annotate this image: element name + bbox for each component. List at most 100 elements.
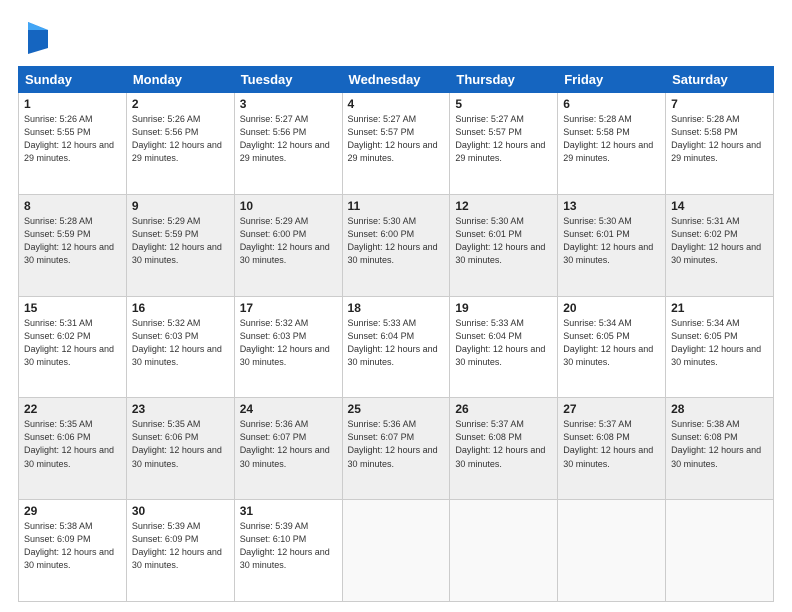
page: SundayMondayTuesdayWednesdayThursdayFrid… xyxy=(0,0,792,612)
calendar-cell xyxy=(666,500,774,602)
cell-info: Sunrise: 5:35 AM Sunset: 6:06 PM Dayligh… xyxy=(24,418,121,470)
day-number: 15 xyxy=(24,301,121,315)
cell-info: Sunrise: 5:36 AM Sunset: 6:07 PM Dayligh… xyxy=(240,418,337,470)
day-number: 27 xyxy=(563,402,660,416)
calendar-week: 8 Sunrise: 5:28 AM Sunset: 5:59 PM Daylig… xyxy=(19,194,774,296)
calendar-cell: 12 Sunrise: 5:30 AM Sunset: 6:01 PM Dayli… xyxy=(450,194,558,296)
calendar-cell: 24 Sunrise: 5:36 AM Sunset: 6:07 PM Dayli… xyxy=(234,398,342,500)
cell-info: Sunrise: 5:27 AM Sunset: 5:56 PM Dayligh… xyxy=(240,113,337,165)
cell-info: Sunrise: 5:37 AM Sunset: 6:08 PM Dayligh… xyxy=(563,418,660,470)
day-number: 21 xyxy=(671,301,768,315)
day-number: 13 xyxy=(563,199,660,213)
day-number: 22 xyxy=(24,402,121,416)
logo xyxy=(18,18,52,56)
day-number: 8 xyxy=(24,199,121,213)
calendar-cell: 25 Sunrise: 5:36 AM Sunset: 6:07 PM Dayli… xyxy=(342,398,450,500)
calendar-cell: 15Sunrise: 5:31 AM Sunset: 6:02 PM Dayli… xyxy=(19,296,127,398)
day-number: 7 xyxy=(671,97,768,111)
calendar-cell: 5Sunrise: 5:27 AM Sunset: 5:57 PM Daylig… xyxy=(450,93,558,195)
day-number: 14 xyxy=(671,199,768,213)
calendar-cell: 9 Sunrise: 5:29 AM Sunset: 5:59 PM Daylig… xyxy=(126,194,234,296)
calendar-cell xyxy=(450,500,558,602)
cell-info: Sunrise: 5:28 AM Sunset: 5:59 PM Dayligh… xyxy=(24,215,121,267)
day-number: 25 xyxy=(348,402,445,416)
calendar-cell: 11 Sunrise: 5:30 AM Sunset: 6:00 PM Dayli… xyxy=(342,194,450,296)
calendar-cell: 18 Sunrise: 5:33 AM Sunset: 6:04 PM Dayli… xyxy=(342,296,450,398)
cell-info: Sunrise: 5:30 AM Sunset: 6:01 PM Dayligh… xyxy=(455,215,552,267)
calendar-cell: 10 Sunrise: 5:29 AM Sunset: 6:00 PM Dayli… xyxy=(234,194,342,296)
calendar-cell: 29 Sunrise: 5:38 AM Sunset: 6:09 PM Dayli… xyxy=(19,500,127,602)
cell-info: Sunrise: 5:36 AM Sunset: 6:07 PM Dayligh… xyxy=(348,418,445,470)
day-number: 11 xyxy=(348,199,445,213)
cell-info: Sunrise: 5:26 AM Sunset: 5:55 PM Dayligh… xyxy=(24,113,121,165)
calendar-cell: 6Sunrise: 5:28 AM Sunset: 5:58 PM Daylig… xyxy=(558,93,666,195)
logo-icon xyxy=(20,20,52,56)
calendar-cell: 13 Sunrise: 5:30 AM Sunset: 6:01 PM Dayli… xyxy=(558,194,666,296)
calendar-cell: 27 Sunrise: 5:37 AM Sunset: 6:08 PM Dayli… xyxy=(558,398,666,500)
calendar-cell: 20Sunrise: 5:34 AM Sunset: 6:05 PM Dayli… xyxy=(558,296,666,398)
header xyxy=(18,18,774,56)
dow-header: Sunday xyxy=(19,67,127,93)
day-number: 12 xyxy=(455,199,552,213)
calendar-week: 29 Sunrise: 5:38 AM Sunset: 6:09 PM Dayli… xyxy=(19,500,774,602)
dow-header: Saturday xyxy=(666,67,774,93)
day-number: 4 xyxy=(348,97,445,111)
dow-header: Wednesday xyxy=(342,67,450,93)
dow-header: Friday xyxy=(558,67,666,93)
cell-info: Sunrise: 5:33 AM Sunset: 6:04 PM Dayligh… xyxy=(348,317,445,369)
day-number: 1 xyxy=(24,97,121,111)
calendar-cell: 3 Sunrise: 5:27 AM Sunset: 5:56 PM Daylig… xyxy=(234,93,342,195)
calendar-cell: 8 Sunrise: 5:28 AM Sunset: 5:59 PM Daylig… xyxy=(19,194,127,296)
calendar-cell: 21Sunrise: 5:34 AM Sunset: 6:05 PM Dayli… xyxy=(666,296,774,398)
calendar-cell xyxy=(558,500,666,602)
day-number: 29 xyxy=(24,504,121,518)
day-number: 9 xyxy=(132,199,229,213)
day-number: 31 xyxy=(240,504,337,518)
calendar-cell: 19 Sunrise: 5:33 AM Sunset: 6:04 PM Dayli… xyxy=(450,296,558,398)
cell-info: Sunrise: 5:28 AM Sunset: 5:58 PM Dayligh… xyxy=(671,113,768,165)
day-number: 6 xyxy=(563,97,660,111)
calendar-cell: 4 Sunrise: 5:27 AM Sunset: 5:57 PM Daylig… xyxy=(342,93,450,195)
day-number: 17 xyxy=(240,301,337,315)
day-number: 24 xyxy=(240,402,337,416)
calendar-cell: 22 Sunrise: 5:35 AM Sunset: 6:06 PM Dayli… xyxy=(19,398,127,500)
calendar-week: 1 Sunrise: 5:26 AM Sunset: 5:55 PM Daylig… xyxy=(19,93,774,195)
calendar-cell: 26 Sunrise: 5:37 AM Sunset: 6:08 PM Dayli… xyxy=(450,398,558,500)
cell-info: Sunrise: 5:37 AM Sunset: 6:08 PM Dayligh… xyxy=(455,418,552,470)
cell-info: Sunrise: 5:27 AM Sunset: 5:57 PM Dayligh… xyxy=(455,113,552,165)
cell-info: Sunrise: 5:29 AM Sunset: 6:00 PM Dayligh… xyxy=(240,215,337,267)
calendar-cell: 2 Sunrise: 5:26 AM Sunset: 5:56 PM Daylig… xyxy=(126,93,234,195)
cell-info: Sunrise: 5:27 AM Sunset: 5:57 PM Dayligh… xyxy=(348,113,445,165)
calendar-cell: 1 Sunrise: 5:26 AM Sunset: 5:55 PM Daylig… xyxy=(19,93,127,195)
cell-info: Sunrise: 5:38 AM Sunset: 6:08 PM Dayligh… xyxy=(671,418,768,470)
cell-info: Sunrise: 5:39 AM Sunset: 6:10 PM Dayligh… xyxy=(240,520,337,572)
day-number: 2 xyxy=(132,97,229,111)
cell-info: Sunrise: 5:29 AM Sunset: 5:59 PM Dayligh… xyxy=(132,215,229,267)
day-number: 26 xyxy=(455,402,552,416)
calendar-cell: 31 Sunrise: 5:39 AM Sunset: 6:10 PM Dayli… xyxy=(234,500,342,602)
cell-info: Sunrise: 5:38 AM Sunset: 6:09 PM Dayligh… xyxy=(24,520,121,572)
cell-info: Sunrise: 5:35 AM Sunset: 6:06 PM Dayligh… xyxy=(132,418,229,470)
cell-info: Sunrise: 5:26 AM Sunset: 5:56 PM Dayligh… xyxy=(132,113,229,165)
calendar-cell: 28Sunrise: 5:38 AM Sunset: 6:08 PM Dayli… xyxy=(666,398,774,500)
calendar-cell: 16Sunrise: 5:32 AM Sunset: 6:03 PM Dayli… xyxy=(126,296,234,398)
calendar-cell: 23 Sunrise: 5:35 AM Sunset: 6:06 PM Dayli… xyxy=(126,398,234,500)
day-number: 18 xyxy=(348,301,445,315)
cell-info: Sunrise: 5:39 AM Sunset: 6:09 PM Dayligh… xyxy=(132,520,229,572)
calendar-cell: 14 Sunrise: 5:31 AM Sunset: 6:02 PM Dayli… xyxy=(666,194,774,296)
cell-info: Sunrise: 5:33 AM Sunset: 6:04 PM Dayligh… xyxy=(455,317,552,369)
day-number: 10 xyxy=(240,199,337,213)
dow-header: Monday xyxy=(126,67,234,93)
day-number: 30 xyxy=(132,504,229,518)
day-number: 16 xyxy=(132,301,229,315)
calendar-cell: 17Sunrise: 5:32 AM Sunset: 6:03 PM Dayli… xyxy=(234,296,342,398)
cell-info: Sunrise: 5:30 AM Sunset: 6:01 PM Dayligh… xyxy=(563,215,660,267)
day-number: 19 xyxy=(455,301,552,315)
calendar-week: 15Sunrise: 5:31 AM Sunset: 6:02 PM Dayli… xyxy=(19,296,774,398)
cell-info: Sunrise: 5:30 AM Sunset: 6:00 PM Dayligh… xyxy=(348,215,445,267)
day-number: 3 xyxy=(240,97,337,111)
day-number: 23 xyxy=(132,402,229,416)
dow-header: Thursday xyxy=(450,67,558,93)
dow-header: Tuesday xyxy=(234,67,342,93)
cell-info: Sunrise: 5:31 AM Sunset: 6:02 PM Dayligh… xyxy=(671,215,768,267)
